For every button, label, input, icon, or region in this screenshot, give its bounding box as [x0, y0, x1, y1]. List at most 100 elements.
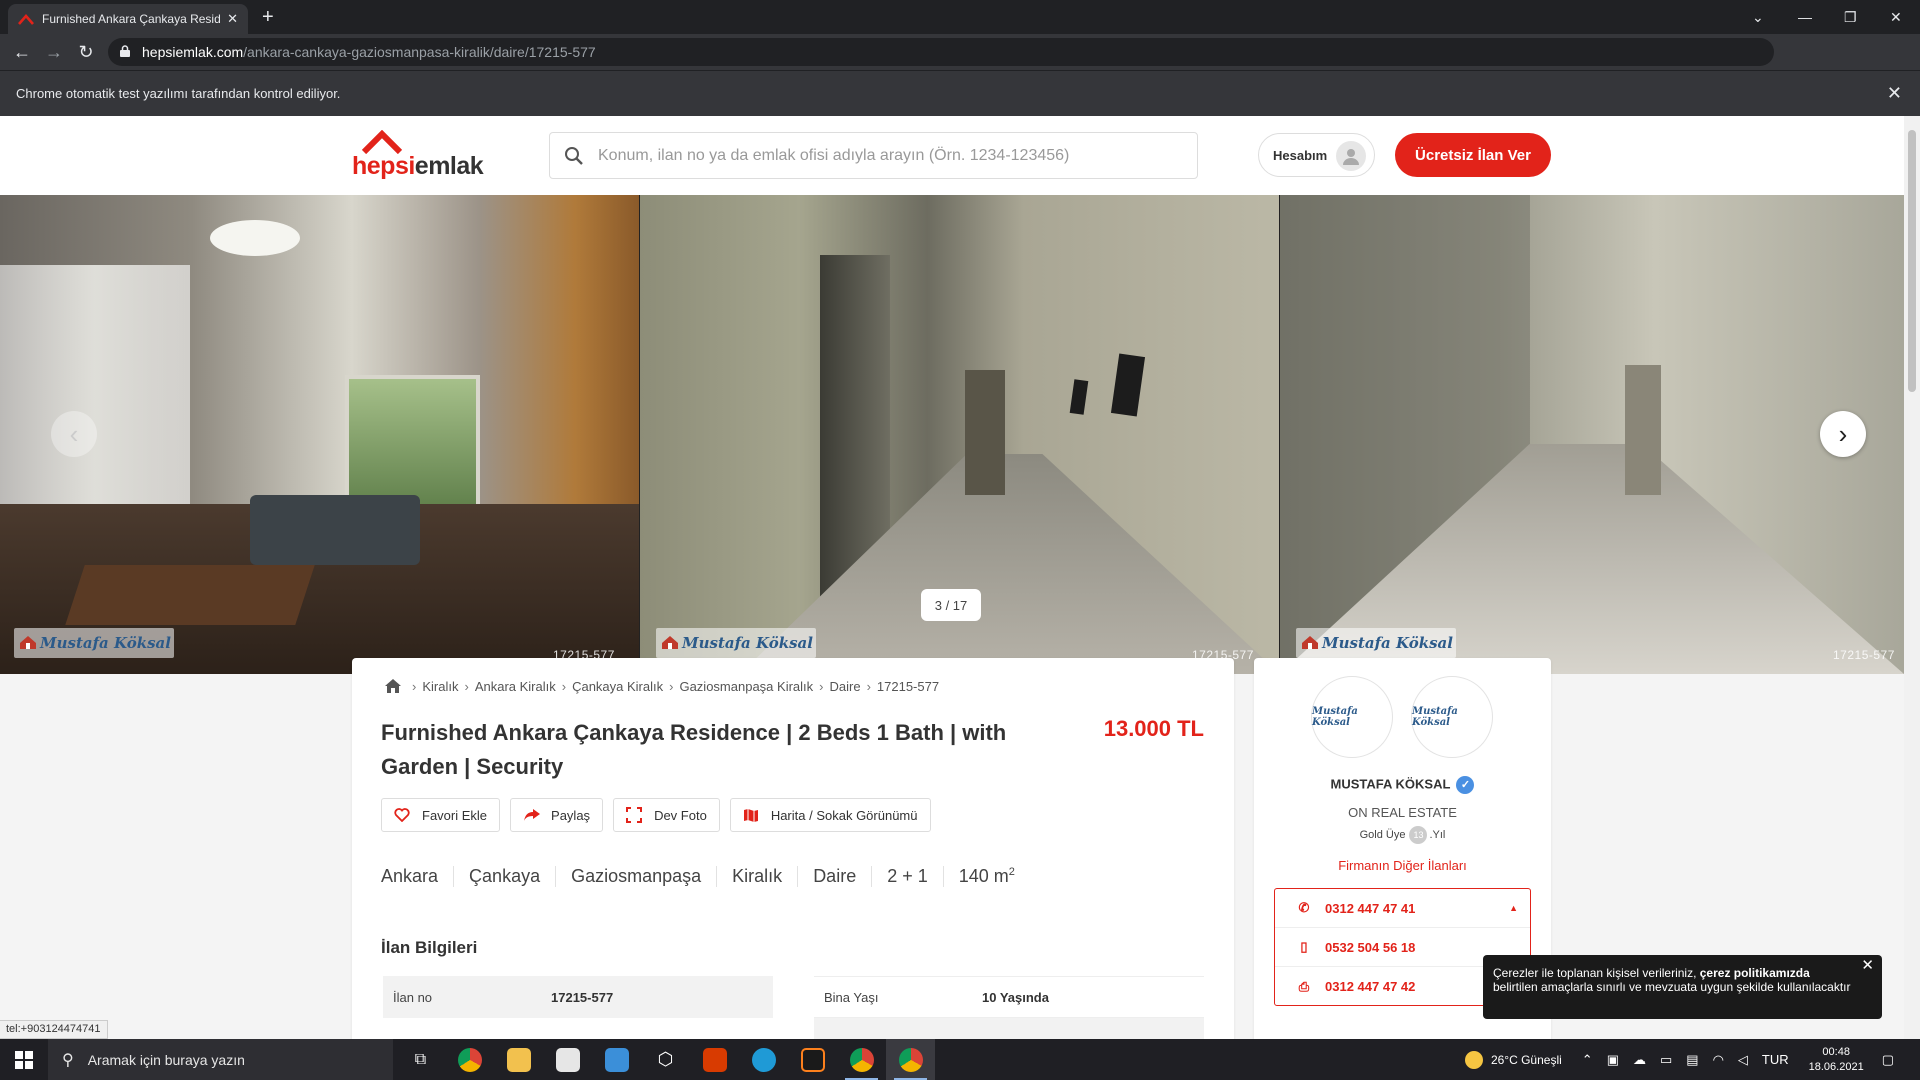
- search-placeholder: Konum, ilan no ya da emlak ofisi adıyla …: [598, 146, 1070, 164]
- favorite-button[interactable]: Favori Ekle: [381, 798, 501, 832]
- big-photo-button[interactable]: Dev Foto: [613, 798, 720, 832]
- site-header: hepsiemlak Konum, ilan no ya da emlak of…: [0, 116, 1904, 195]
- map-button[interactable]: Harita / Sokak Görünümü: [729, 798, 931, 832]
- logo-roof-icon: [362, 130, 402, 154]
- spec-type: Kiralık: [717, 866, 799, 887]
- gallery-photo-hallway[interactable]: Mustafa Köksal 17215-577: [1280, 195, 1904, 674]
- watermark: Mustafa Köksal: [656, 628, 816, 658]
- close-cookie-icon[interactable]: ✕: [1861, 958, 1874, 973]
- share-button[interactable]: Paylaş: [510, 798, 604, 832]
- breadcrumb-sep: ›: [669, 678, 674, 694]
- company-logo[interactable]: Mustafa Köksal: [1411, 676, 1493, 758]
- breadcrumb-sep: ›: [561, 678, 567, 694]
- task-view-icon[interactable]: ⧉: [396, 1039, 445, 1080]
- edge-icon[interactable]: [739, 1039, 788, 1080]
- weather-widget[interactable]: 26°C Güneşli: [1464, 1050, 1562, 1069]
- chrome-active-icon[interactable]: [886, 1039, 935, 1080]
- tray-app-icon[interactable]: ▣: [1607, 1052, 1619, 1068]
- chrome-icon[interactable]: [445, 1039, 494, 1080]
- favorite-label: Favori Ekle: [422, 807, 488, 823]
- status-bar-url: tel:+903124474741: [0, 1020, 108, 1039]
- caret-up-icon[interactable]: ▲: [1509, 903, 1518, 913]
- agent-company: ON REAL ESTATE: [1348, 805, 1457, 820]
- info-heading: İlan Bilgileri: [381, 938, 478, 957]
- post-free-listing-button[interactable]: Ücretsiz İlan Ver: [1395, 133, 1551, 177]
- cookie-notice: Çerezler ile toplanan kişisel verilerini…: [1483, 955, 1882, 1019]
- restore-icon[interactable]: ❐: [1844, 0, 1857, 34]
- info-value: 17215-577: [551, 989, 614, 1005]
- info-row-ilan-no: İlan no 17215-577: [383, 976, 773, 1018]
- tray-display-icon[interactable]: ▤: [1686, 1052, 1698, 1068]
- forward-icon[interactable]: →: [38, 42, 70, 63]
- breadcrumb-item[interactable]: Gaziosmanpaşa Kiralık: [679, 679, 813, 694]
- tab-search-icon[interactable]: ⌄: [1752, 0, 1764, 34]
- user-avatar-icon: [1336, 141, 1366, 171]
- taskbar-search-input[interactable]: ⚲ Aramak için buraya yazın: [48, 1039, 393, 1080]
- spec-rooms: 2 + 1: [872, 866, 944, 887]
- taskbar-apps: ⧉ ⬡: [396, 1039, 935, 1080]
- language-indicator[interactable]: TUR: [1762, 1052, 1789, 1067]
- clock[interactable]: 00:48 18.06.2021: [1809, 1045, 1864, 1075]
- url-host: hepsiemlak.com: [142, 44, 244, 60]
- browser-tab-strip: Furnished Ankara Çankaya Reside ✕ + ⌄ — …: [0, 0, 1920, 34]
- agent-logo[interactable]: Mustafa Köksal: [1311, 676, 1393, 758]
- mail-icon[interactable]: [592, 1039, 641, 1080]
- site-logo[interactable]: hepsiemlak: [352, 130, 488, 180]
- other-listings-link[interactable]: Firmanın Diğer İlanları: [1254, 858, 1551, 873]
- phone-row-office[interactable]: ✆ 0312 447 47 41 ▲: [1275, 889, 1530, 928]
- map-label: Harita / Sokak Görünümü: [770, 807, 918, 823]
- page-scrollbar[interactable]: [1904, 116, 1920, 1039]
- cookie-text: Çerezler ile toplanan kişisel verilerini…: [1493, 966, 1700, 980]
- scrollbar-thumb[interactable]: [1908, 130, 1916, 392]
- onedrive-icon[interactable]: ☁: [1633, 1052, 1646, 1068]
- breadcrumb-sep: ›: [866, 678, 871, 694]
- volume-icon[interactable]: ◁: [1738, 1052, 1748, 1068]
- gallery-counter: 3 / 17: [921, 589, 981, 621]
- back-icon[interactable]: ←: [6, 42, 38, 63]
- chrome-icon[interactable]: [837, 1039, 886, 1080]
- breadcrumb-item: 17215-577: [876, 678, 940, 694]
- web-page: hepsiemlak Konum, ilan no ya da emlak of…: [0, 116, 1904, 1039]
- tray-chevron-up-icon[interactable]: ⌃: [1582, 1052, 1593, 1068]
- new-tab-button[interactable]: +: [262, 6, 274, 29]
- lock-icon: [120, 45, 130, 57]
- watermark-text: Mustafa Köksal: [40, 634, 171, 652]
- ceiling-lamp: [210, 220, 300, 256]
- office-icon[interactable]: [690, 1039, 739, 1080]
- browser-tab[interactable]: Furnished Ankara Çankaya Reside ✕: [8, 4, 248, 34]
- jetbrains-icon[interactable]: [788, 1039, 837, 1080]
- minimize-icon[interactable]: —: [1798, 0, 1812, 34]
- breadcrumb-sep: ›: [464, 678, 469, 694]
- dining-table: [65, 565, 315, 625]
- share-label: Paylaş: [551, 807, 591, 823]
- close-window-icon[interactable]: ✕: [1890, 0, 1902, 34]
- file-explorer-icon[interactable]: [494, 1039, 543, 1080]
- cookie-policy-link[interactable]: çerez politikamızda: [1700, 966, 1810, 980]
- breadcrumb-item[interactable]: Çankaya Kiralık: [572, 679, 663, 694]
- listing-card: › Kiralık › Ankara Kiralık › Çankaya Kir…: [352, 658, 1234, 1039]
- home-icon[interactable]: [384, 678, 402, 694]
- breadcrumb-item[interactable]: Daire: [829, 679, 860, 694]
- store-icon[interactable]: [543, 1039, 592, 1080]
- logo-text-dark: emlak: [414, 152, 484, 180]
- agent-name: MUSTAFA KÖKSAL: [1330, 776, 1451, 792]
- reload-icon[interactable]: ↻: [70, 42, 102, 63]
- breadcrumb-item[interactable]: Ankara Kiralık: [475, 679, 556, 694]
- gallery-prev-button[interactable]: ‹: [51, 411, 97, 457]
- url-field[interactable]: hepsiemlak.com/ankara-cankaya-gaziosmanp…: [108, 38, 1774, 66]
- gallery-next-button[interactable]: ›: [1820, 411, 1866, 457]
- battery-icon[interactable]: ▭: [1660, 1052, 1672, 1068]
- wifi-icon[interactable]: ◠: [1713, 1052, 1724, 1068]
- breadcrumb-sep: ›: [412, 678, 417, 694]
- close-tab-icon[interactable]: ✕: [227, 11, 238, 27]
- search-input[interactable]: Konum, ilan no ya da emlak ofisi adıyla …: [549, 132, 1198, 179]
- notifications-icon[interactable]: ▢: [1882, 1052, 1894, 1068]
- breadcrumb-item[interactable]: Kiralık: [422, 679, 458, 694]
- close-infobar-icon[interactable]: ✕: [1887, 83, 1902, 104]
- search-icon: ⚲: [62, 1051, 74, 1069]
- start-button[interactable]: [0, 1039, 48, 1080]
- infobar-text: Chrome otomatik test yazılımı tarafından…: [16, 86, 341, 101]
- cube-app-icon[interactable]: ⬡: [641, 1039, 690, 1080]
- account-button[interactable]: Hesabım: [1258, 133, 1375, 177]
- search-icon: [565, 146, 583, 165]
